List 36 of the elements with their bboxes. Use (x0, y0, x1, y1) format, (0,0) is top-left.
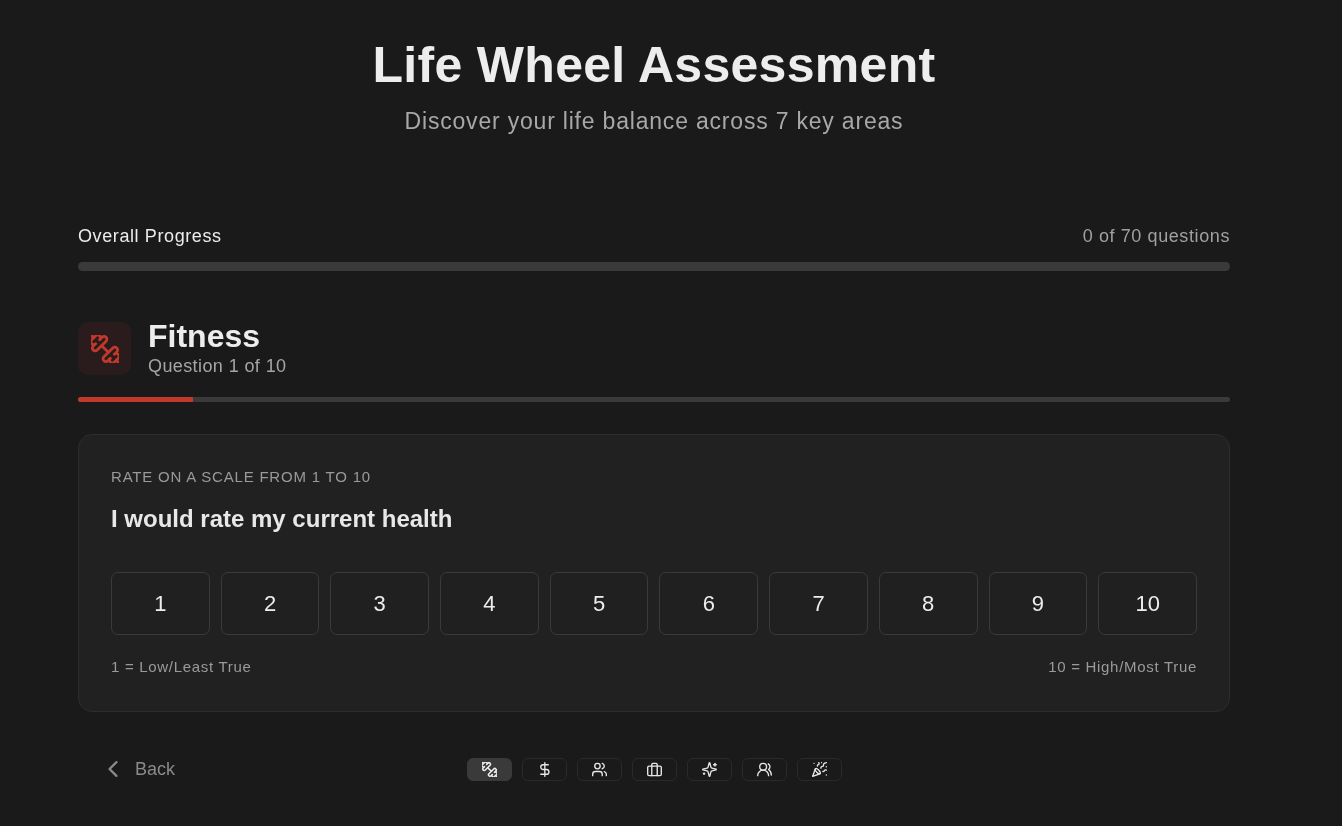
rating-option[interactable]: 8 (878, 572, 978, 635)
scale-low-label: 1 = Low/Least True (111, 657, 252, 677)
instruction-text: RATE ON A SCALE FROM 1 TO 10 (111, 467, 372, 487)
question-text: I would rate my current health (111, 504, 454, 534)
rating-option[interactable]: 2 (220, 572, 320, 635)
back-button[interactable]: Back (103, 757, 180, 781)
category-tab[interactable] (521, 757, 567, 781)
category-tab[interactable] (576, 757, 622, 781)
page-title: Life Wheel Assessment (371, 36, 937, 94)
page-subtitle: Discover your life balance across 7 key areas (403, 107, 905, 136)
rating-option[interactable]: 10 (1098, 572, 1197, 635)
dumbbell-icon (78, 322, 131, 375)
category-tab[interactable] (631, 757, 677, 781)
rating-option[interactable]: 6 (659, 572, 759, 635)
scale-high-label: 10 = High/Most True (1048, 657, 1197, 677)
dumbbell-icon (481, 761, 497, 777)
briefcase-icon (646, 761, 662, 777)
category-tab[interactable] (466, 757, 512, 781)
rating-option[interactable]: 3 (330, 572, 430, 635)
rating-option[interactable]: 9 (988, 572, 1088, 635)
rating-option[interactable]: 5 (549, 572, 649, 635)
category-tab[interactable] (686, 757, 732, 781)
chevron-left-icon (107, 761, 119, 777)
rating-option[interactable]: 1 (111, 572, 210, 635)
question-counter: Question 1 of 10 (148, 355, 287, 378)
category-title: Fitness (148, 318, 262, 354)
category-tab[interactable] (741, 757, 787, 781)
users-icon (756, 761, 772, 777)
rating-option[interactable]: 4 (440, 572, 539, 635)
rating-option[interactable]: 7 (769, 572, 868, 635)
sparkles-icon (701, 761, 717, 777)
people-icon (591, 761, 607, 777)
party-popper-icon (811, 761, 827, 777)
progress-count: 0 of 70 questions (1082, 225, 1230, 248)
category-tab[interactable] (796, 757, 842, 781)
progress-label: Overall Progress (78, 225, 222, 248)
